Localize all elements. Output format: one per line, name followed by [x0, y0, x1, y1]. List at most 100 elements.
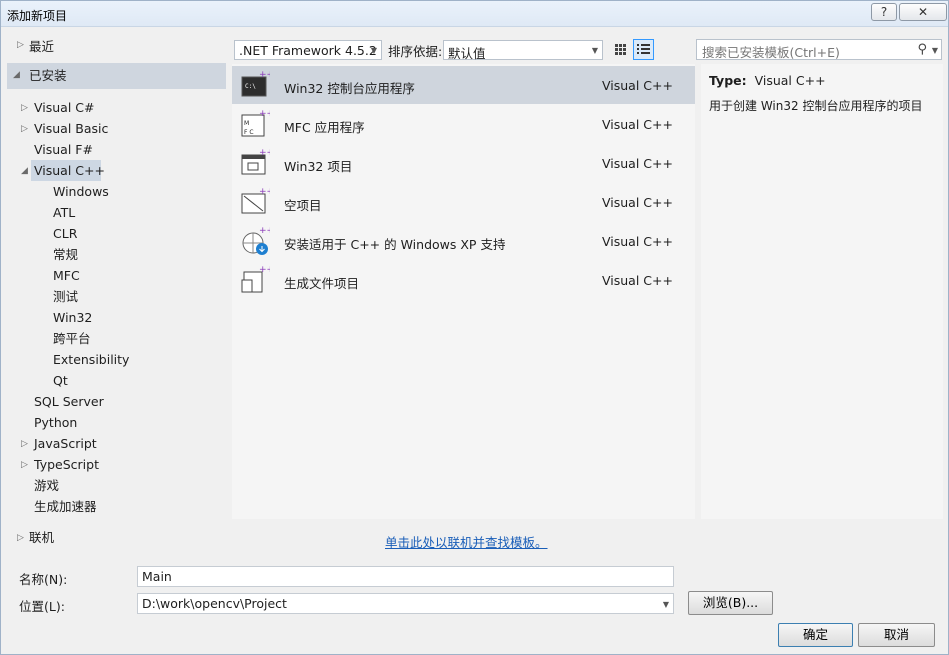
template-row[interactable]: ++ Win32 项目 Visual C++ — [232, 144, 695, 182]
mfc-app-icon: M F C ++ — [241, 109, 270, 137]
template-language: Visual C++ — [602, 273, 673, 288]
tree-item[interactable]: 生成加速器 — [34, 496, 97, 517]
expand-arrow-icon[interactable]: ▷ — [21, 439, 28, 449]
title-bar: 添加新项目 ? ✕ — [1, 1, 948, 27]
name-field[interactable]: Main — [137, 566, 674, 587]
tree-item[interactable]: 测试 — [53, 286, 78, 307]
help-button[interactable]: ? — [871, 3, 897, 21]
sort-select-value: 默认值 — [448, 46, 486, 61]
makefile-project-icon: ++ — [241, 265, 270, 293]
collapse-arrow-icon: ◢ — [13, 70, 20, 80]
svg-text:++: ++ — [259, 226, 270, 236]
template-row[interactable]: ++ 生成文件项目 Visual C++ — [232, 261, 695, 299]
framework-select[interactable]: .NET Framework 4.5.2 ▼ — [234, 40, 382, 60]
tree-header-installed[interactable]: ◢ 已安装 — [7, 63, 226, 89]
expand-arrow-icon[interactable]: ▷ — [21, 103, 28, 113]
expand-arrow-icon[interactable]: ▷ — [17, 533, 24, 543]
tree-item[interactable]: Visual F# — [34, 139, 93, 160]
svg-text:M: M — [244, 120, 249, 127]
template-row[interactable]: C:\++ Win32 控制台应用程序 Visual C++ — [232, 66, 695, 104]
chevron-down-icon: ▼ — [591, 46, 598, 55]
sort-label: 排序依据: — [388, 44, 443, 59]
svg-text:++: ++ — [259, 265, 270, 275]
chevron-down-icon[interactable]: ▼ — [663, 600, 669, 609]
tree-item[interactable]: Visual C++ — [34, 160, 105, 181]
win32-project-icon: ++ — [241, 148, 270, 175]
template-language: Visual C++ — [602, 156, 673, 171]
add-new-item-dialog: 添加新项目 ? ✕ ▷ 最近 ◢ 已安装 ▷ Visual C# ▷ Visual B… — [0, 0, 949, 655]
tree-item[interactable]: Python — [34, 412, 77, 433]
tree-item[interactable]: Win32 — [53, 307, 92, 328]
tree-item[interactable]: SQL Server — [34, 391, 104, 412]
template-name: Win32 项目 — [284, 159, 353, 174]
expand-arrow-icon[interactable]: ▷ — [21, 124, 28, 134]
tree-item[interactable]: ATL — [53, 202, 75, 223]
xp-support-icon: ++ — [242, 226, 270, 255]
svg-text:F C: F C — [244, 129, 254, 136]
browse-button[interactable]: 浏览(B)... — [688, 591, 773, 615]
chevron-down-icon[interactable]: ▼ — [932, 46, 938, 55]
tree-item-recent[interactable]: 最近 — [29, 36, 54, 57]
svg-text:++: ++ — [259, 187, 270, 197]
tree-item-installed-label: 已安装 — [29, 68, 67, 83]
grid-view-icon — [615, 44, 626, 55]
type-value: Visual C++ — [754, 73, 826, 88]
template-name: 空项目 — [284, 198, 322, 213]
tree-item[interactable]: 游戏 — [34, 475, 59, 496]
template-row[interactable]: M F C ++ MFC 应用程序 Visual C++ — [232, 105, 695, 143]
tree-item[interactable]: TypeScript — [34, 454, 99, 475]
expand-arrow-icon[interactable]: ▷ — [17, 40, 24, 50]
framework-select-value: .NET Framework 4.5.2 — [239, 43, 377, 58]
name-field-value: Main — [142, 569, 172, 584]
template-name: 安装适用于 C++ 的 Windows XP 支持 — [284, 237, 506, 252]
help-icon: ? — [880, 5, 888, 19]
close-icon: ✕ — [917, 5, 929, 19]
template-description-text: 用于创建 Win32 控制台应用程序的项目 — [709, 99, 923, 113]
svg-text:C:\: C:\ — [245, 83, 256, 90]
tree-item[interactable]: MFC — [53, 265, 80, 286]
tree-item[interactable]: Visual Basic — [34, 118, 108, 139]
tree-item[interactable]: Extensibility — [53, 349, 129, 370]
search-placeholder: 搜索已安装模板(Ctrl+E) — [702, 45, 840, 60]
template-type: Type: Visual C++ — [709, 73, 826, 88]
template-row[interactable]: ++ 安装适用于 C++ 的 Windows XP 支持 Visual C++ — [232, 222, 695, 260]
template-language: Visual C++ — [602, 195, 673, 210]
tree-item[interactable]: 跨平台 — [53, 328, 91, 349]
tree-item[interactable]: Windows — [53, 181, 109, 202]
location-field[interactable]: D:\work\opencv\Project ▼ — [137, 593, 674, 614]
search-icon[interactable]: ⚲ — [917, 42, 927, 57]
expand-arrow-icon[interactable]: ▷ — [21, 460, 28, 470]
ok-button[interactable]: 确定 — [778, 623, 853, 647]
close-button[interactable]: ✕ — [899, 3, 947, 21]
sort-select[interactable]: 默认值 ▼ — [443, 40, 603, 61]
location-label: 位置(L): — [19, 599, 65, 614]
template-row[interactable]: ++ 空项目 Visual C++ — [232, 183, 695, 221]
empty-project-icon: ++ — [241, 187, 270, 214]
list-view-button[interactable] — [633, 39, 654, 60]
template-language: Visual C++ — [602, 234, 673, 249]
grid-view-button[interactable] — [610, 39, 631, 60]
cancel-button[interactable]: 取消 — [858, 623, 935, 647]
svg-text:++: ++ — [259, 109, 270, 119]
tree-item[interactable]: Visual C# — [34, 97, 95, 118]
category-tree: ▷ 最近 ◢ 已安装 ▷ Visual C# ▷ Visual Basic Visual… — [7, 33, 226, 563]
tree-item[interactable]: CLR — [53, 223, 77, 244]
console-app-icon: C:\++ — [241, 70, 270, 97]
template-list: C:\++Win32 控制台应用程序Visual C++MF C++MFC 应用… — [232, 64, 695, 519]
svg-text:++: ++ — [259, 70, 270, 80]
tree-item[interactable]: 常规 — [53, 244, 78, 265]
template-name: Win32 控制台应用程序 — [284, 81, 415, 96]
template-language: Visual C++ — [602, 78, 673, 93]
tree-item-online[interactable]: 联机 — [29, 527, 54, 548]
template-description-panel: Type: Visual C++ 用于创建 Win32 控制台应用程序的项目 — [701, 64, 943, 519]
template-search-input[interactable]: 搜索已安装模板(Ctrl+E) ⚲ ▼ — [696, 39, 942, 60]
template-name: MFC 应用程序 — [284, 120, 365, 135]
list-view-icon — [637, 44, 650, 54]
tree-item[interactable]: Qt — [53, 370, 68, 391]
template-language: Visual C++ — [602, 117, 673, 132]
svg-text:++: ++ — [259, 148, 270, 158]
collapse-arrow-icon[interactable]: ◢ — [21, 166, 28, 176]
tree-item[interactable]: JavaScript — [34, 433, 97, 454]
find-templates-online-link[interactable]: 单击此处以联机并查找模板。 — [385, 532, 548, 551]
type-label: Type: — [709, 73, 747, 88]
